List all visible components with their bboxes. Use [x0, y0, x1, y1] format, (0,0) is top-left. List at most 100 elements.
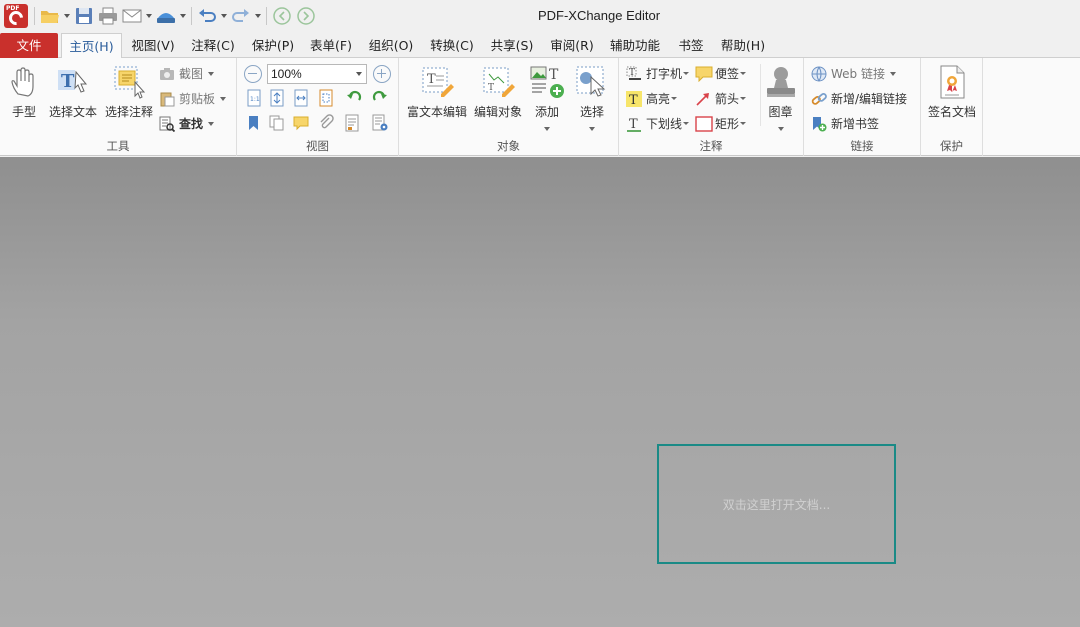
group-tools-label: 工具: [106, 139, 130, 153]
svg-text:T: T: [427, 72, 436, 87]
select-comment-button[interactable]: 选择注释: [102, 64, 156, 120]
select-object-button[interactable]: 选择: [570, 64, 614, 131]
select-text-button[interactable]: T 选择文本: [46, 64, 100, 120]
edit-object-button[interactable]: T 编辑对象: [470, 64, 526, 120]
web-links-button[interactable]: Web 链接: [811, 65, 896, 82]
typewriter-icon: T: [626, 66, 642, 82]
rich-text-edit-button[interactable]: T 富文本编辑: [404, 64, 470, 120]
actual-size-icon[interactable]: 1:1: [245, 89, 263, 110]
settings-pane-icon[interactable]: [371, 114, 389, 135]
open-document-hint: 双击这里打开文档...: [722, 497, 831, 512]
open-document-dropzone[interactable]: 双击这里打开文档...: [657, 444, 896, 564]
title-bar: PDF PDF-XChange Editor: [0, 0, 1080, 31]
rotate-right-icon[interactable]: [371, 89, 389, 110]
sign-document-button[interactable]: 签名文档: [924, 64, 980, 120]
group-comment-label: 注释: [699, 139, 723, 153]
svg-text:T: T: [61, 71, 75, 92]
tab-convert[interactable]: 转换(C): [425, 33, 479, 58]
comments-pane-icon[interactable]: [292, 114, 310, 135]
select-object-icon: [574, 64, 610, 100]
zoom-out-icon[interactable]: [244, 65, 262, 83]
group-objects: T 富文本编辑 T 编辑对象 T 添加 选择 对象: [399, 58, 619, 156]
sticky-note-icon: [695, 66, 713, 82]
find-label: 查找: [179, 117, 204, 131]
tab-protect[interactable]: 保护(P): [246, 33, 300, 58]
add-edit-link-label: 新增/编辑链接: [831, 92, 908, 106]
camera-icon: [159, 66, 175, 82]
fit-visible-icon[interactable]: [317, 89, 335, 110]
hand-tool-label: 手型: [11, 105, 36, 119]
tab-accessibility[interactable]: 辅助功能: [605, 33, 665, 58]
fit-page-icon[interactable]: [268, 89, 286, 110]
add-edit-link-button[interactable]: 新增/编辑链接: [811, 90, 907, 107]
zoom-dropdown-icon[interactable]: [356, 72, 362, 76]
select-text-icon: T: [55, 64, 91, 100]
hand-tool-button[interactable]: 手型: [5, 64, 43, 120]
tab-home[interactable]: 主页(H): [61, 33, 122, 59]
rectangle-icon: [695, 115, 713, 132]
highlight-button[interactable]: T 高亮: [626, 90, 678, 108]
tab-comment[interactable]: 注释(C): [186, 33, 240, 58]
snapshot-button[interactable]: 截图: [159, 65, 215, 82]
document-area[interactable]: 双击这里打开文档...: [0, 157, 1080, 627]
tab-bookmarks[interactable]: 书签: [672, 33, 710, 58]
svg-text:T: T: [549, 67, 559, 83]
attachments-pane-icon[interactable]: [317, 114, 335, 135]
svg-text:T: T: [629, 68, 635, 78]
svg-text:1:1: 1:1: [250, 96, 260, 103]
sign-document-label: 签名文档: [927, 105, 976, 119]
bookmarks-pane-icon[interactable]: [245, 114, 263, 135]
web-links-label: Web 链接: [831, 67, 885, 81]
tab-form[interactable]: 表单(F): [305, 33, 357, 58]
group-links-label: 链接: [850, 139, 874, 153]
stamp-button[interactable]: 图章: [760, 64, 800, 131]
zoom-input[interactable]: 100%: [267, 64, 367, 84]
svg-text:T: T: [629, 93, 638, 107]
arrow-button[interactable]: 箭头: [695, 90, 747, 107]
rich-text-edit-label: 富文本编辑: [406, 105, 467, 119]
highlight-icon: T: [626, 90, 642, 108]
typewriter-label: 打字机: [646, 67, 683, 81]
group-objects-label: 对象: [497, 139, 520, 153]
highlight-label: 高亮: [646, 92, 671, 106]
zoom-value: 100%: [271, 67, 302, 81]
select-comment-icon: [111, 64, 147, 100]
tab-view[interactable]: 视图(V): [126, 33, 180, 58]
clipboard-icon: [159, 91, 175, 107]
arrow-label: 箭头: [715, 92, 740, 106]
group-comment: T 打字机 便签 T 高亮 箭头 T 下划线 矩形 图章 注释: [619, 58, 804, 156]
zoom-in-icon[interactable]: [373, 65, 391, 83]
globe-icon: [811, 66, 827, 82]
add-button[interactable]: T 添加: [526, 64, 568, 131]
select-text-label: 选择文本: [48, 105, 97, 119]
properties-pane-icon[interactable]: [343, 114, 361, 135]
stamp-icon: [763, 64, 799, 100]
tab-organize[interactable]: 组织(O): [364, 33, 418, 58]
clipboard-button[interactable]: 剪贴板: [159, 90, 227, 107]
tab-review[interactable]: 审阅(R): [545, 33, 599, 58]
svg-text:T: T: [488, 83, 494, 93]
add-label: 添加: [534, 105, 559, 119]
snapshot-label: 截图: [179, 67, 204, 81]
arrow-icon: [695, 91, 711, 107]
group-protect-label: 保护: [940, 139, 963, 153]
find-button[interactable]: 查找: [159, 115, 215, 132]
tab-share[interactable]: 共享(S): [485, 33, 539, 58]
add-bookmark-button[interactable]: 新增书签: [811, 115, 879, 132]
ribbon: 手型 T 选择文本 选择注释 截图 剪贴板 查找 工具 100% 1:1 视图 …: [0, 58, 1080, 156]
tab-file[interactable]: 文件: [0, 33, 58, 58]
add-bookmark-icon: [811, 116, 827, 132]
rectangle-button[interactable]: 矩形: [695, 115, 747, 132]
underline-label: 下划线: [646, 117, 683, 131]
sticky-note-button[interactable]: 便签: [695, 65, 747, 82]
tab-help[interactable]: 帮助(H): [716, 33, 770, 58]
sign-document-icon: [934, 64, 970, 100]
group-view-label: 视图: [306, 139, 329, 153]
thumbnails-pane-icon[interactable]: [268, 114, 286, 135]
underline-button[interactable]: T 下划线: [626, 115, 690, 132]
edit-object-icon: T: [480, 64, 516, 100]
rotate-left-icon[interactable]: [345, 89, 363, 110]
sticky-note-label: 便签: [715, 67, 740, 81]
fit-width-icon[interactable]: [292, 89, 310, 110]
typewriter-button[interactable]: T 打字机: [626, 65, 690, 82]
